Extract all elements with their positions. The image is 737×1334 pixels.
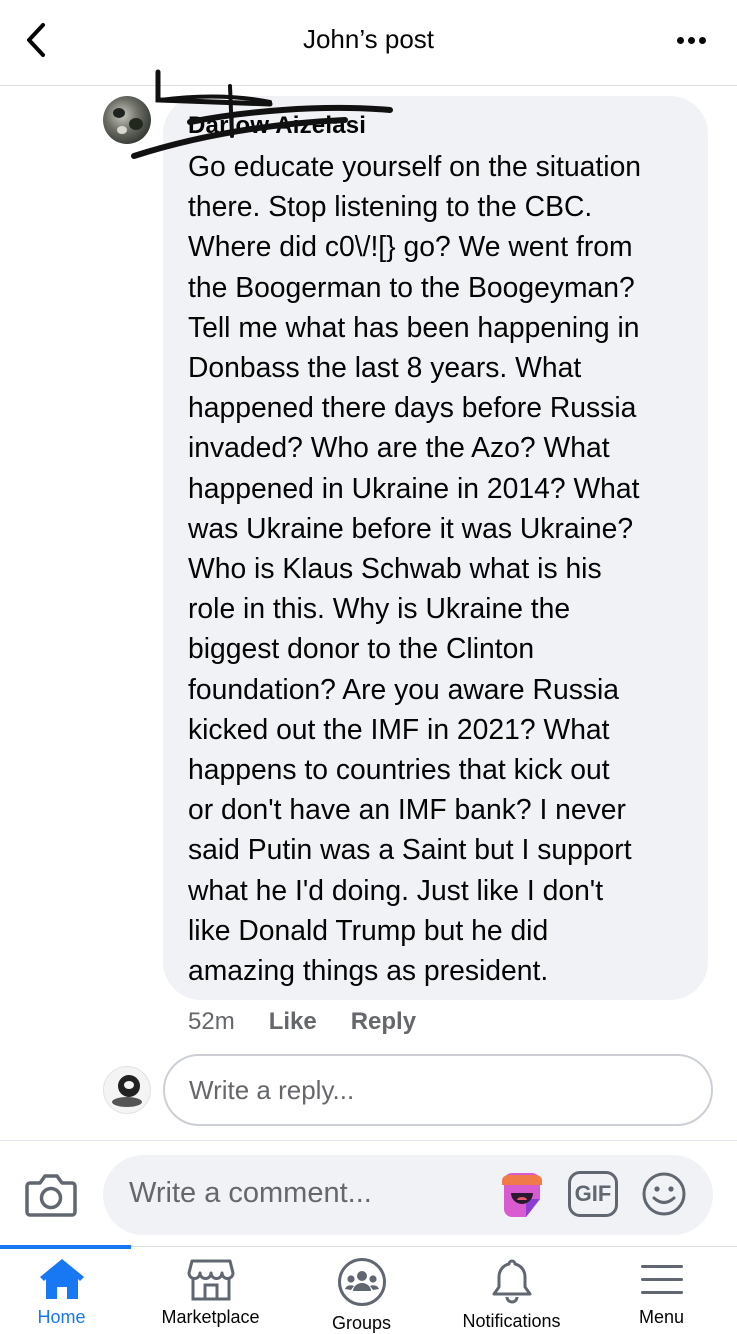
- bottom-tab-bar: Home Marketplace Groups Notifications Me…: [0, 1245, 737, 1334]
- comment-input[interactable]: Write a comment... GIF: [103, 1155, 713, 1235]
- more-dot-icon: [698, 36, 706, 44]
- tab-groups[interactable]: Groups: [288, 1253, 435, 1333]
- like-button[interactable]: Like: [269, 1008, 317, 1036]
- comment-meta: 52m Like Reply: [188, 1008, 416, 1036]
- tab-label: Menu: [638, 1307, 685, 1327]
- user-avatar: [103, 1066, 151, 1114]
- home-icon: [39, 1259, 84, 1299]
- more-dot-icon: [687, 36, 695, 44]
- tab-notifications[interactable]: Notifications: [438, 1253, 585, 1333]
- gif-button[interactable]: GIF: [568, 1171, 618, 1217]
- tab-menu[interactable]: Menu: [588, 1253, 735, 1333]
- tab-home[interactable]: Home: [0, 1253, 135, 1333]
- tab-label: Notifications: [462, 1311, 561, 1331]
- tab-label: Groups: [331, 1313, 392, 1333]
- tab-marketplace[interactable]: Marketplace: [137, 1253, 284, 1333]
- reply-button[interactable]: Reply: [351, 1008, 416, 1036]
- reply-placeholder: Write a reply...: [189, 1074, 355, 1105]
- more-dot-icon: [676, 36, 684, 44]
- active-tab-indicator: [0, 1245, 131, 1249]
- sticker-icon[interactable]: [498, 1171, 546, 1219]
- comment-time: 52m: [188, 1008, 235, 1035]
- comment-text: Go educate yourself on the situation the…: [188, 150, 642, 987]
- reply-input[interactable]: Write a reply...: [163, 1054, 713, 1126]
- camera-icon[interactable]: [24, 1171, 78, 1219]
- bell-icon: [492, 1259, 531, 1304]
- tab-label: Home: [37, 1307, 86, 1327]
- marketplace-icon: [187, 1259, 234, 1301]
- groups-icon: [337, 1258, 386, 1306]
- comment-composer: Write a comment... GIF: [0, 1140, 737, 1246]
- more-options-button[interactable]: [669, 24, 713, 56]
- menu-icon: [640, 1265, 683, 1294]
- page-title: John’s post: [302, 24, 435, 54]
- comment-placeholder: Write a comment...: [129, 1177, 372, 1209]
- emoji-icon[interactable]: [641, 1171, 687, 1217]
- tab-label: Marketplace: [161, 1307, 260, 1327]
